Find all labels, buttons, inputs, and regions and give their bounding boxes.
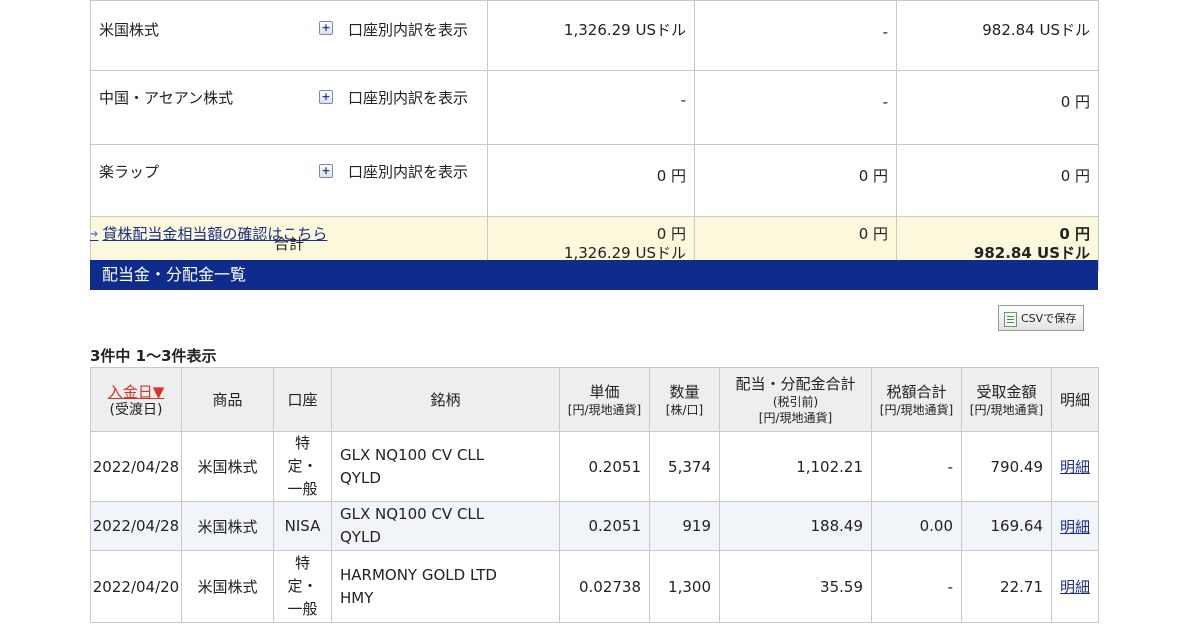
show-account-breakdown-link[interactable]: 口座別内訳を表示 (348, 19, 468, 40)
section-title: 配当金・分配金一覧 (102, 265, 247, 284)
total-yen: 0 円 (1059, 225, 1090, 243)
summary-row-china-asean: 中国・アセアン株式 + 口座別内訳を表示 - - 0 円 (90, 70, 1099, 145)
csv-save-label: CSVで保存 (1021, 312, 1077, 325)
unit-price-cell: 0.2051 (559, 501, 650, 551)
tax-total-header: 税額合計 [円/現地通貨] (871, 367, 962, 432)
expand-plus-icon[interactable]: + (319, 164, 333, 178)
dividend-total-cell: 188.49 (719, 501, 872, 551)
received-cell: 169.64 (961, 501, 1052, 551)
summary-cell: - (694, 0, 897, 71)
summary-row-name: 中国・アセアン株式 (99, 89, 234, 107)
summary-cell: 0 円 (694, 144, 897, 217)
detail-link[interactable]: 明細 (1051, 431, 1099, 502)
date-header-sub: (受渡日) (109, 401, 163, 418)
unit-price-header: 単価 [円/現地通貨] (559, 367, 650, 432)
csv-save-button[interactable]: CSVで保存 (998, 305, 1084, 331)
detail-header: 明細 (1051, 367, 1099, 432)
summary-cell: 0 円 (896, 144, 1099, 217)
unit-price-cell: 0.02738 (559, 550, 650, 623)
quantity-cell: 919 (649, 501, 720, 551)
dividend-total-cell: 1,102.21 (719, 431, 872, 502)
expand-plus-icon[interactable]: + (319, 21, 333, 35)
quantity-cell: 5,374 (649, 431, 720, 502)
dividend-table: 入金日▼ (受渡日) 商品 口座 銘柄 単価 [円/現地通貨] 数量 [株/口]… (90, 367, 1099, 623)
table-row: 2022/04/28 米国株式 特定・ 一般 GLX NQ100 CV CLL QY… (90, 431, 1099, 502)
summary-cell: 982.84 USドル (896, 0, 1099, 71)
summary-row-name: 楽ラップ (99, 163, 160, 181)
tax-cell: - (871, 431, 962, 502)
dividend-total-cell: 35.59 (719, 550, 872, 623)
account-cell: NISA (273, 501, 332, 551)
quantity-cell: 1,300 (649, 550, 720, 623)
received-cell: 22.71 (961, 550, 1052, 623)
summary-cell: 0 円 (487, 144, 695, 217)
received-amount-header: 受取金額 [円/現地通貨] (961, 367, 1052, 432)
summary-row-name: 米国株式 (99, 21, 160, 39)
tax-cell: - (871, 550, 962, 623)
dividend-total-header: 配当・分配金合計 (税引前) [円/現地通貨] (719, 367, 872, 432)
date-cell: 2022/04/28 (90, 431, 182, 502)
product-cell: 米国株式 (181, 431, 274, 502)
expand-plus-icon[interactable]: + (319, 90, 333, 104)
summary-cell: 0 円 (896, 70, 1099, 145)
date-cell: 2022/04/20 (90, 550, 182, 623)
csv-file-icon (1004, 312, 1017, 327)
sort-by-date-header[interactable]: 入金日▼ (受渡日) (90, 367, 182, 432)
tax-cell: 0.00 (871, 501, 962, 551)
show-account-breakdown-link[interactable]: 口座別内訳を表示 (348, 87, 468, 108)
unit-price-cell: 0.2051 (559, 431, 650, 502)
date-header-label[interactable]: 入金日▼ (91, 382, 181, 402)
product-cell: 米国株式 (181, 550, 274, 623)
summary-cell: - (487, 70, 695, 145)
account-cell: 特定・ 一般 (273, 431, 332, 502)
total-yen: 0 円 (656, 225, 686, 243)
date-cell: 2022/04/28 (90, 501, 182, 551)
quantity-header: 数量 [株/口] (649, 367, 720, 432)
symbol-cell: GLX NQ100 CV CLL QYLD (331, 501, 560, 551)
symbol-header: 銘柄 (331, 367, 560, 432)
detail-link[interactable]: 明細 (1051, 550, 1099, 623)
detail-link[interactable]: 明細 (1051, 501, 1099, 551)
account-cell: 特定・ 一般 (273, 550, 332, 623)
received-cell: 790.49 (961, 431, 1052, 502)
product-header: 商品 (181, 367, 274, 432)
symbol-cell: GLX NQ100 CV CLL QYLD (331, 431, 560, 502)
show-account-breakdown-link[interactable]: 口座別内訳を表示 (348, 161, 468, 182)
symbol-cell: HARMONY GOLD LTD HMY (331, 550, 560, 623)
table-row: 2022/04/28 米国株式 NISA GLX NQ100 CV CLL QYL… (90, 501, 1099, 551)
table-header-row: 入金日▼ (受渡日) 商品 口座 銘柄 単価 [円/現地通貨] 数量 [株/口]… (90, 367, 1099, 432)
lending-dividend-link-text[interactable]: 貸株配当金相当額の確認はこちら (102, 225, 327, 243)
arrow-right-icon: ➔ (90, 229, 99, 240)
table-row: 2022/04/20 米国株式 特定・ 一般 HARMONY GOLD LTD HM… (90, 550, 1099, 623)
lending-dividend-link[interactable]: ➔ 貸株配当金相当額の確認はこちら (90, 223, 327, 244)
summary-cell: - (694, 70, 897, 145)
product-cell: 米国株式 (181, 501, 274, 551)
summary-cell: 1,326.29 USドル (487, 0, 695, 71)
summary-row-us: 米国株式 + 口座別内訳を表示 1,326.29 USドル - 982.84 U… (90, 0, 1099, 71)
result-count: 3件中 1〜3件表示 (90, 347, 217, 365)
section-header: 配当金・分配金一覧 (90, 260, 1098, 290)
summary-row-rakuwrap: 楽ラップ + 口座別内訳を表示 0 円 0 円 0 円 (90, 144, 1099, 217)
account-header: 口座 (273, 367, 332, 432)
